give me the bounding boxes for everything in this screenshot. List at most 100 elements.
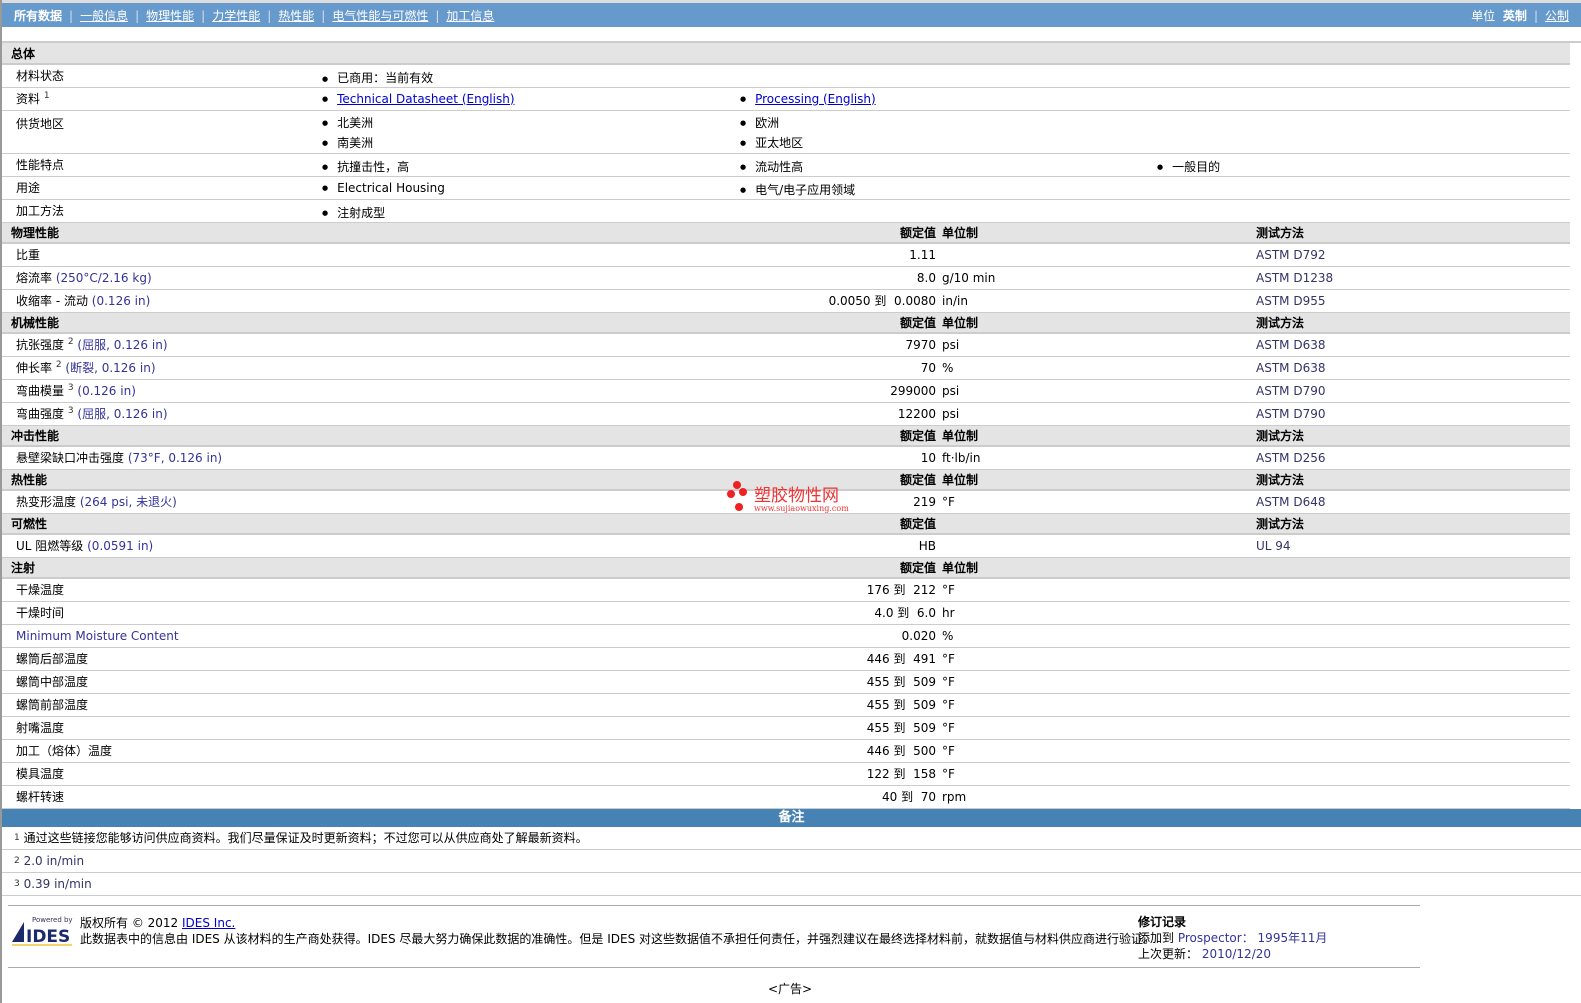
test-method <box>1256 670 1570 694</box>
nav-item[interactable]: 所有数据 <box>14 9 62 23</box>
unit-value: hr <box>942 601 1256 625</box>
property-row: 模具温度 122 到 158 °F <box>2 762 1570 786</box>
unit-value: ft·lb/in <box>942 446 1256 470</box>
ides-link[interactable]: IDES Inc. <box>182 916 235 930</box>
nominal-header: 额定值 <box>740 557 942 579</box>
nav-item[interactable]: 力学性能 <box>212 9 260 23</box>
method-header <box>1256 43 1570 65</box>
property-row: 伸长率 2 (断裂, 0.126 in) 70% ASTM D638 <box>2 356 1570 380</box>
nominal-value: 176 到 212 <box>740 578 942 602</box>
unit-value: in/in <box>942 289 1256 313</box>
unit-value: psi <box>942 333 1256 357</box>
section-header: 物理性能 额定值 单位制 测试方法 <box>2 222 1570 244</box>
list-item[interactable]: Technical Datasheet (English) <box>322 92 514 106</box>
property-label: 螺杆转速 <box>2 785 740 809</box>
copyright: 版权所有 © 2012 <box>80 916 179 930</box>
unit-value: °F <box>942 762 1256 786</box>
property-name: 弯曲模量 <box>16 384 65 398</box>
nominal-value: 455 到 509 <box>740 716 942 740</box>
nominal-value: 0.0050 到 0.0080 <box>740 289 942 313</box>
added-label: 添加到 <box>1138 931 1175 945</box>
section-header: 总体 <box>2 43 1570 65</box>
nav-item[interactable]: 一般信息 <box>80 9 128 23</box>
footnote-ref: 1 <box>43 91 50 101</box>
nominal-value: 455 到 509 <box>740 670 942 694</box>
row-label: 性能特点 <box>2 153 322 177</box>
unit-value <box>942 243 1256 267</box>
unit-value: g/10 min <box>942 266 1256 290</box>
nominal-value: HB <box>740 534 942 558</box>
item-text: 欧洲 <box>755 115 780 130</box>
property-row: 螺筒中部温度 455 到 509 °F <box>2 670 1570 694</box>
unit-value: psi <box>942 402 1256 426</box>
test-method: UL 94 <box>1256 534 1570 558</box>
section-title: 物理性能 <box>2 222 322 244</box>
property-label: 熔流率 (250°C/2.16 kg) <box>2 266 740 290</box>
nav-item[interactable]: 电气性能与可燃性 <box>332 9 428 23</box>
property-name: 螺筒前部温度 <box>16 698 89 712</box>
unit-metric-link[interactable]: 公制 <box>1545 9 1569 23</box>
nominal-value: 0.020 <box>740 624 942 648</box>
list-item: 欧洲 <box>740 114 779 131</box>
nav-item[interactable]: 物理性能 <box>146 9 194 23</box>
unit-header <box>942 43 1256 65</box>
property-row: 比重 1.11 ASTM D792 <box>2 243 1570 267</box>
unit-header: 单位制 <box>942 557 1256 579</box>
nominal-value: 299000 <box>740 379 942 403</box>
row-values: 注射成型 <box>322 199 1570 223</box>
property-label: 比重 <box>2 243 740 267</box>
nav-separator: | <box>435 8 440 23</box>
property-name: 弯曲强度 <box>16 407 65 421</box>
property-label: 干燥时间 <box>2 601 740 625</box>
unit-header <box>942 513 1256 535</box>
row-label: 材料状态 <box>2 64 322 88</box>
test-method: ASTM D638 <box>1256 356 1570 380</box>
footnote-ref: 2 <box>55 360 62 370</box>
test-method <box>1256 785 1570 809</box>
note-number: 1 <box>14 832 20 843</box>
list-item: 电气/电子应用领域 <box>740 181 855 198</box>
nominal-value: 40 到 70 <box>740 785 942 809</box>
property-row: 熔流率 (250°C/2.16 kg) 8.0 g/10 min ASTM D1238 <box>2 266 1570 290</box>
notes-list: 1 通过这些链接您能够访问供应商资料。我们尽量保证及时更新资料；不过您可以从供应… <box>2 827 1581 896</box>
ides-logo: Powered byIDES <box>12 916 73 947</box>
datasheet-link[interactable]: Technical Datasheet (English) <box>337 92 514 106</box>
item-text: Electrical Housing <box>337 180 445 195</box>
note-number: 2 <box>14 855 20 866</box>
item-text: 已商用：当前有效 <box>337 71 434 85</box>
units-label: 单位 <box>1471 8 1496 23</box>
list-item[interactable]: Processing (English) <box>740 92 876 106</box>
method-header <box>1256 557 1570 579</box>
item-text: 南美洲 <box>337 135 374 150</box>
test-method: ASTM D256 <box>1256 446 1570 470</box>
nominal-value: 70 <box>740 356 942 380</box>
nav-item[interactable]: 热性能 <box>278 9 314 23</box>
unit-value: % <box>942 624 1256 648</box>
label-text: 材料状态 <box>16 69 65 84</box>
section-title: 冲击性能 <box>2 425 322 447</box>
list-item: 北美洲 <box>322 114 373 131</box>
row-label: 用途 <box>2 176 322 200</box>
nominal-value: 8.0 <box>740 266 942 290</box>
section-nav: 所有数据 | 一般信息 | 物理性能 | 力学性能 | 热性能 | 电气性能与可燃性 | 加工信息 <box>14 7 494 24</box>
property-label: Minimum Moisture Content <box>2 624 740 648</box>
blank <box>322 469 740 491</box>
nominal-header: 额定值 <box>740 312 942 334</box>
method-header: 测试方法 <box>1256 312 1570 334</box>
nav-item[interactable]: 加工信息 <box>446 9 494 23</box>
svg-text:Powered by: Powered by <box>32 916 73 924</box>
section-title: 总体 <box>2 43 322 65</box>
property-label: 射嘴温度 <box>2 716 740 740</box>
unit-value: °F <box>942 739 1256 763</box>
property-label: UL 阻燃等级 (0.0591 in) <box>2 534 740 558</box>
property-name: 模具温度 <box>16 767 65 781</box>
datasheet-link[interactable]: Processing (English) <box>755 92 876 106</box>
nominal-header: 额定值 <box>740 222 942 244</box>
property-row: UL 阻燃等级 (0.0591 in) HB UL 94 <box>2 534 1570 558</box>
property-label: 螺筒后部温度 <box>2 647 740 671</box>
general-row: 用途 Electrical Housing 电气/电子应用领域 <box>2 176 1570 200</box>
unit-header: 单位制 <box>942 312 1256 334</box>
section-header: 可燃性 额定值 测试方法 <box>2 513 1570 535</box>
nominal-value: 1.11 <box>740 243 942 267</box>
item-text: 北美洲 <box>337 115 374 130</box>
